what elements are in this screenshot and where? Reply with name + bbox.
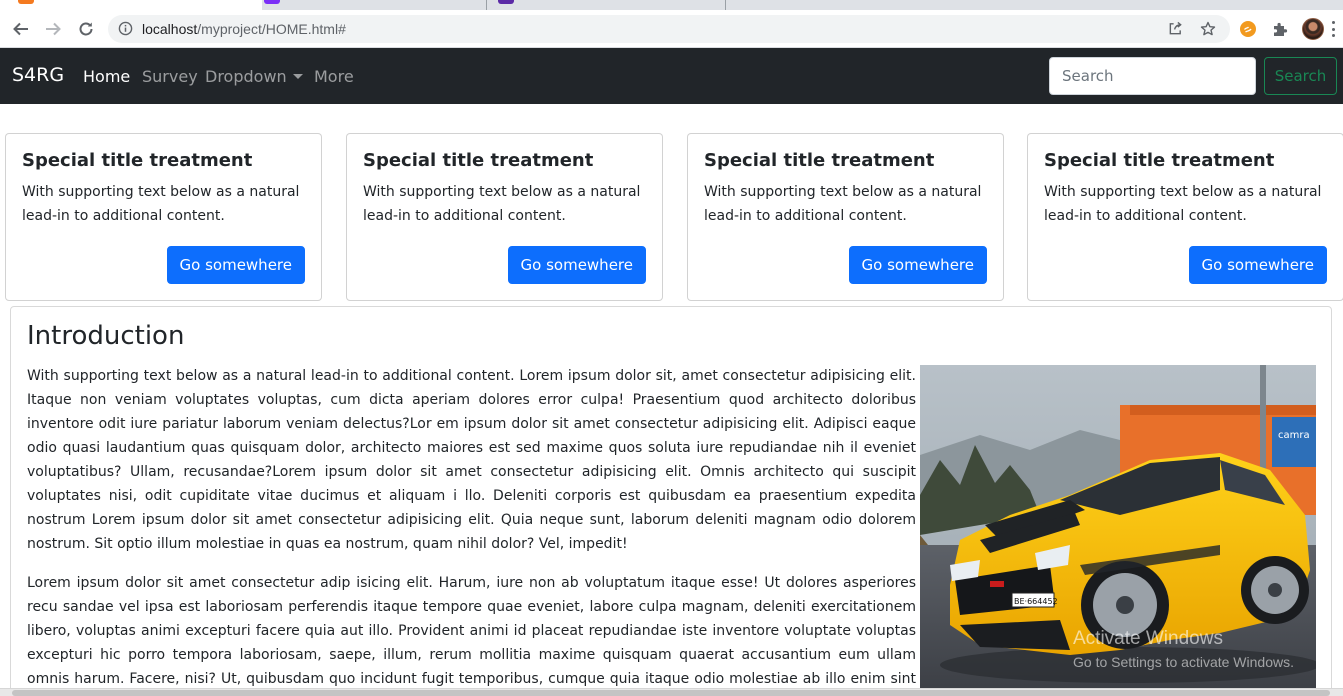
card-text: With supporting text below as a natural … [1044,184,1322,224]
card-title: Special title treatment [1044,150,1275,171]
url-path: /myproject/HOME.html# [197,21,346,37]
card-text: With supporting text below as a natural … [704,184,982,224]
horizontal-scrollbar[interactable] [0,688,1343,696]
back-arrow-icon[interactable] [8,17,34,41]
extension-orange-icon[interactable] [1238,19,1258,39]
browser-tab-3[interactable] [488,0,726,10]
browser-tab-strip [0,0,1343,10]
go-somewhere-button[interactable]: Go somewhere [848,246,987,284]
card-text: With supporting text below as a natural … [363,184,641,224]
card: Special title treatment With supporting … [687,133,1004,301]
store-sign: camra [1278,430,1310,441]
introduction-paragraph: With supporting text below as a natural … [27,368,916,552]
reload-icon[interactable] [73,17,99,41]
card: Special title treatment With supporting … [346,133,663,301]
introduction-title: Introduction [27,321,185,351]
url-text: localhost/myproject/HOME.html# [142,21,346,37]
url-host: localhost [142,21,198,37]
share-icon[interactable] [1168,21,1183,40]
card-text: With supporting text below as a natural … [22,184,300,224]
tab-favicon-icon [498,0,514,4]
scrollbar-thumb[interactable] [12,690,1330,696]
caret-down-icon [292,73,303,79]
browser-toolbar: localhost/myproject/HOME.html# [0,10,1343,48]
card: Special title treatment With supporting … [1027,133,1343,301]
activate-windows-title: Activate Windows [1073,628,1223,649]
go-somewhere-button[interactable]: Go somewhere [166,246,305,284]
card: Special title treatment With supporting … [5,133,322,301]
search-button[interactable]: Search [1264,57,1337,95]
nav-link-survey[interactable]: Survey [142,67,198,86]
go-somewhere-button[interactable]: Go somewhere [1188,246,1327,284]
extensions-puzzle-icon[interactable] [1270,19,1290,39]
browser-tab-2[interactable] [262,0,487,10]
browser-tab-active[interactable] [0,0,262,10]
card-title: Special title treatment [704,150,935,171]
introduction-text: With supporting text below as a natural … [27,364,916,696]
nav-dropdown-toggle[interactable]: Dropdown [205,67,303,86]
introduction-paragraph: Lorem ipsum dolor sit amet consectetur a… [27,575,916,696]
go-somewhere-button[interactable]: Go somewhere [507,246,646,284]
tab-favicon-icon [18,0,34,4]
card-title: Special title treatment [363,150,594,171]
nav-link-more[interactable]: More [314,67,354,86]
forward-arrow-icon[interactable] [40,17,66,41]
activate-windows-subtitle: Go to Settings to activate Windows. [1073,654,1294,670]
site-info-icon[interactable] [118,21,133,40]
nav-dropdown-label: Dropdown [205,67,287,86]
bookmark-star-icon[interactable] [1200,21,1216,41]
tab-favicon-icon [264,0,280,4]
navbar: S4RG Home Survey Dropdown More Search [0,48,1343,104]
license-plate: BE·664452 [1014,597,1058,606]
search-input[interactable] [1049,57,1256,95]
profile-avatar[interactable] [1302,18,1324,40]
nav-link-home[interactable]: Home [83,67,130,86]
navbar-brand[interactable]: S4RG [12,64,64,86]
card-title: Special title treatment [22,150,253,171]
browser-menu-icon[interactable] [1332,21,1336,37]
address-bar[interactable]: localhost/myproject/HOME.html# [108,15,1230,43]
